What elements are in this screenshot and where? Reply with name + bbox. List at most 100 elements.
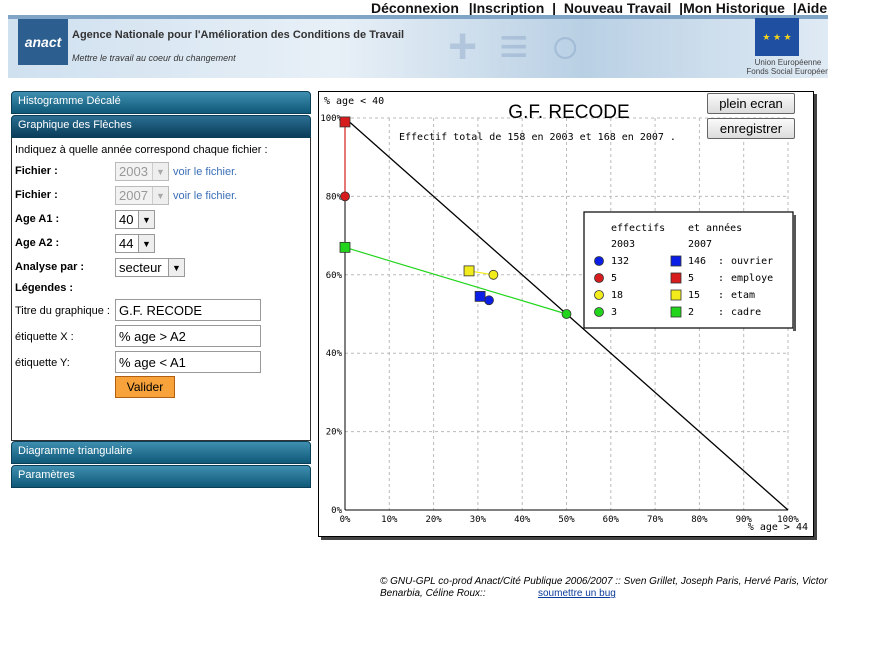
point-2003-ouvrier xyxy=(484,295,494,306)
analyse-select[interactable]: secteur ▼ xyxy=(115,258,185,277)
legend-n2003-ouvrier: 132 xyxy=(611,256,629,267)
point-2003-cadre xyxy=(561,309,572,319)
etiquette-x-label: étiquette X : xyxy=(15,331,74,343)
x-tick-label: 30% xyxy=(470,515,487,525)
point-2007-cadre xyxy=(339,241,351,253)
legend-square-cadre xyxy=(670,306,682,318)
agency-name: Agence Nationale pour l'Amélioration des… xyxy=(72,29,405,41)
legend-colon-cadre: : xyxy=(718,307,724,318)
legend-name-cadre: cadre xyxy=(731,307,761,318)
x-tick-label: 20% xyxy=(425,515,442,525)
anact-logo: anact xyxy=(18,19,68,65)
submit-bug-link[interactable]: soumettre un bug xyxy=(538,588,616,600)
footer: © GNU-GPL co-prod Anact/Cité Publique 20… xyxy=(380,576,870,600)
accordion-diagramme[interactable]: Diagramme triangulaire xyxy=(11,441,311,464)
y-tick-label: 100% xyxy=(320,114,342,124)
x-tick-label: 50% xyxy=(558,515,575,525)
fichier1-select[interactable]: 2003 ▼ xyxy=(115,162,169,181)
point-2003-employe xyxy=(340,191,350,202)
legend-n2007-ouvrier: 146 xyxy=(688,256,706,267)
legend-n2003-etam: 18 xyxy=(611,290,623,301)
x-tick-label: 70% xyxy=(647,515,664,525)
chevron-down-icon: ▼ xyxy=(152,163,168,180)
y-tick-label: 20% xyxy=(326,428,343,438)
point-2007-etam xyxy=(463,265,475,277)
accordion-fleches[interactable]: Graphique des Flèches xyxy=(11,115,311,138)
eu-text: Union Européenne Fonds Social Européen xyxy=(743,58,828,76)
eu-flag-icon: ★ ★ ★ xyxy=(755,18,799,56)
legend-square-employe xyxy=(670,272,682,284)
y-tick-label: 0% xyxy=(331,506,342,516)
y-tick-label: 60% xyxy=(326,271,343,281)
age-a2-value: 44 xyxy=(119,236,134,251)
fichier1-label: Fichier : xyxy=(15,165,58,177)
point-2007-ouvrier xyxy=(474,290,486,302)
banner-decoration: + ≡ ○ xyxy=(448,18,585,74)
fichier1-value: 2003 xyxy=(119,164,148,179)
age-a2-select[interactable]: 44 ▼ xyxy=(115,234,155,253)
x-axis-label: % age > 44 xyxy=(748,522,808,533)
chart-frame: 0% 10% 20% 30% 40% 50% 60% 70% 80% 90% 100% 0% 20% 40… xyxy=(318,91,814,537)
legend-circle-ouvrier xyxy=(594,256,604,266)
age-a1-label: Age A1 : xyxy=(15,213,60,225)
etiquette-y-input[interactable] xyxy=(115,351,261,373)
eu-line2: Fonds Social Européen xyxy=(746,67,828,76)
legend-n2007-etam: 15 xyxy=(688,290,700,301)
eu-line1: Union Européenne xyxy=(754,58,822,67)
legend-n2007-employe: 5 xyxy=(688,273,694,284)
chevron-down-icon: ▼ xyxy=(168,259,184,276)
legend-circle-employe xyxy=(594,273,604,283)
legend-year-2003: 2003 xyxy=(611,239,635,250)
x-tick-label: 10% xyxy=(381,515,398,525)
titre-label: Titre du graphique : xyxy=(15,305,110,317)
enregistrer-button[interactable]: enregistrer xyxy=(707,118,795,139)
legend-shadow xyxy=(793,215,796,331)
voir-fichier2-link[interactable]: voir le fichier. xyxy=(173,190,237,202)
legend-square-ouvrier xyxy=(670,255,682,267)
banner-stripe xyxy=(8,15,828,19)
point-2003-etam xyxy=(488,269,499,280)
chart-title: G.F. RECODE xyxy=(508,102,629,123)
accordion-histogramme[interactable]: Histogramme Décalé xyxy=(11,91,311,114)
nav-nouveau-travail[interactable]: Nouveau Travail xyxy=(564,0,671,16)
form-area: Indiquez à quelle année correspond chaqu… xyxy=(12,138,270,402)
top-navigation: Déconnexion |Inscription | Nouveau Trava… xyxy=(365,0,827,16)
legend-colon-employe: : xyxy=(718,273,724,284)
point-2007-employe xyxy=(339,116,351,128)
valider-button[interactable]: Valider xyxy=(115,376,175,398)
plein-ecran-button[interactable]: plein ecran xyxy=(707,93,795,114)
y-axis-label: % age < 40 xyxy=(324,96,384,107)
accordion-parametres[interactable]: Paramètres xyxy=(11,465,311,488)
legend-colon-etam: : xyxy=(718,290,724,301)
chevron-down-icon: ▼ xyxy=(138,235,154,252)
x-tick-label: 60% xyxy=(603,515,620,525)
fleches-panel: Indiquez à quelle année correspond chaqu… xyxy=(11,138,311,441)
legendes-label: Légendes : xyxy=(15,282,74,294)
fichier2-select[interactable]: 2007 ▼ xyxy=(115,186,169,205)
age-a1-value: 40 xyxy=(119,212,134,227)
chevron-down-icon: ▼ xyxy=(152,187,168,204)
nav-mon-historique[interactable]: Mon Historique xyxy=(683,0,785,16)
y-tick-label: 40% xyxy=(326,349,343,359)
legend-square-etam xyxy=(670,289,682,301)
age-a1-select[interactable]: 40 ▼ xyxy=(115,210,155,229)
fichier2-label: Fichier : xyxy=(15,189,58,201)
fichier2-value: 2007 xyxy=(119,188,148,203)
footer-text: © GNU-GPL co-prod Anact/Cité Publique 20… xyxy=(380,576,828,599)
legend-n2007-cadre: 2 xyxy=(688,307,694,318)
nav-aide[interactable]: Aide xyxy=(797,0,827,16)
titre-input[interactable] xyxy=(115,299,261,321)
header-banner: + ≡ ○ anact Agence Nationale pour l'Amél… xyxy=(8,15,828,78)
voir-fichier1-link[interactable]: voir le fichier. xyxy=(173,166,237,178)
etiquette-x-input[interactable] xyxy=(115,325,261,347)
legend-n2003-cadre: 3 xyxy=(611,307,617,318)
legend-name-etam: etam xyxy=(731,290,755,301)
agency-motto: Mettre le travail au coeur du changement xyxy=(72,53,236,63)
analyse-value: secteur xyxy=(119,260,162,275)
legend-circle-etam xyxy=(594,290,604,300)
nav-inscription[interactable]: Inscription xyxy=(473,0,545,16)
x-tick-label: 80% xyxy=(691,515,708,525)
x-tick-label: 40% xyxy=(514,515,531,525)
legend-header-1: effectifs xyxy=(611,223,665,234)
nav-deconnexion[interactable]: Déconnexion xyxy=(371,0,459,16)
